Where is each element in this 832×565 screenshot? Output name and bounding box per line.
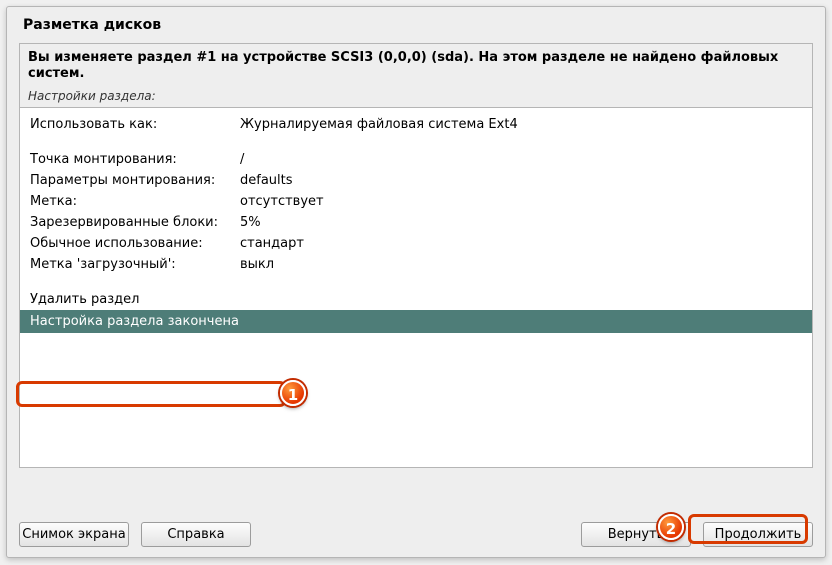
setting-value: / [240,152,802,167]
partition-settings-list: Использовать как: Журналируемая файловая… [19,108,813,468]
setting-reserved-blocks[interactable]: Зарезервированные блоки: 5% [20,212,812,233]
setting-label-name[interactable]: Метка: отсутствует [20,191,812,212]
setting-value: Журналируемая файловая система Ext4 [240,117,802,132]
setting-label: Метка 'загрузочный': [30,257,240,272]
action-label: Удалить раздел [30,292,139,307]
setting-bootable-flag[interactable]: Метка 'загрузочный': выкл [20,254,812,275]
setting-label: Точка монтирования: [30,152,240,167]
separator [20,135,812,149]
partitioner-window: Разметка дисков Вы изменяете раздел #1 н… [6,6,826,558]
setting-typical-usage[interactable]: Обычное использование: стандарт [20,233,812,254]
spacer [263,522,569,547]
button-bar: Снимок экрана Справка Вернуть Продолжить [19,522,813,547]
setting-value: стандарт [240,236,802,251]
separator [20,275,812,289]
action-label: Настройка раздела закончена [30,314,239,329]
screenshot-button[interactable]: Снимок экрана [19,522,129,547]
setting-value: отсутствует [240,194,802,209]
subdescription-text: Настройки раздела: [28,89,804,103]
back-button[interactable]: Вернуть [581,522,691,547]
setting-label: Параметры монтирования: [30,173,240,188]
description-text: Вы изменяете раздел #1 на устройстве SCS… [28,50,804,83]
setting-mount-options[interactable]: Параметры монтирования: defaults [20,170,812,191]
help-button[interactable]: Справка [141,522,251,547]
setting-value: defaults [240,173,802,188]
setting-value: выкл [240,257,802,272]
setting-label: Зарезервированные блоки: [30,215,240,230]
continue-button[interactable]: Продолжить [703,522,813,547]
setting-mount-point[interactable]: Точка монтирования: / [20,149,812,170]
setting-value: 5% [240,215,802,230]
description-box: Вы изменяете раздел #1 на устройстве SCS… [19,43,813,108]
setting-label: Обычное использование: [30,236,240,251]
action-done-setting-up[interactable]: Настройка раздела закончена [20,310,812,333]
action-delete-partition[interactable]: Удалить раздел [20,289,812,310]
window-title: Разметка дисков [7,7,825,39]
setting-label: Метка: [30,194,240,209]
setting-use-as[interactable]: Использовать как: Журналируемая файловая… [20,114,812,135]
setting-label: Использовать как: [30,117,240,132]
